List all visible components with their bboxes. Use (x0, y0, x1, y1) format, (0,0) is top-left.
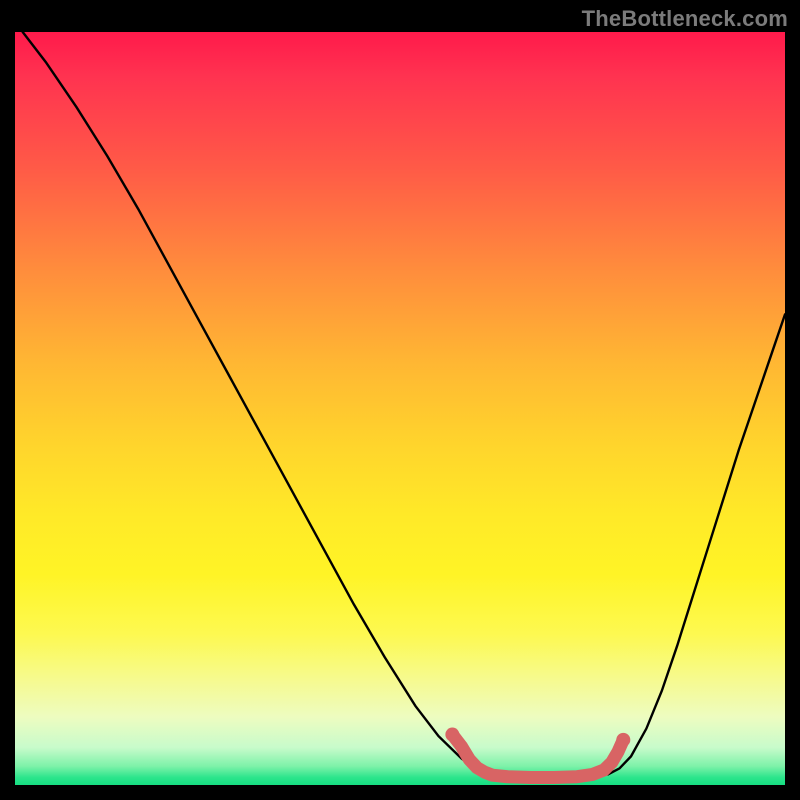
right-curve-path (608, 314, 785, 774)
plot-area (15, 32, 785, 785)
highlight-dot-right (616, 733, 630, 747)
highlight-dot-left (445, 728, 459, 742)
chart-stage: TheBottleneck.com (0, 0, 800, 800)
curves-svg (15, 32, 785, 785)
left-curve-path (23, 32, 489, 774)
watermark-text: TheBottleneck.com (582, 6, 788, 32)
highlight-path (452, 735, 623, 778)
